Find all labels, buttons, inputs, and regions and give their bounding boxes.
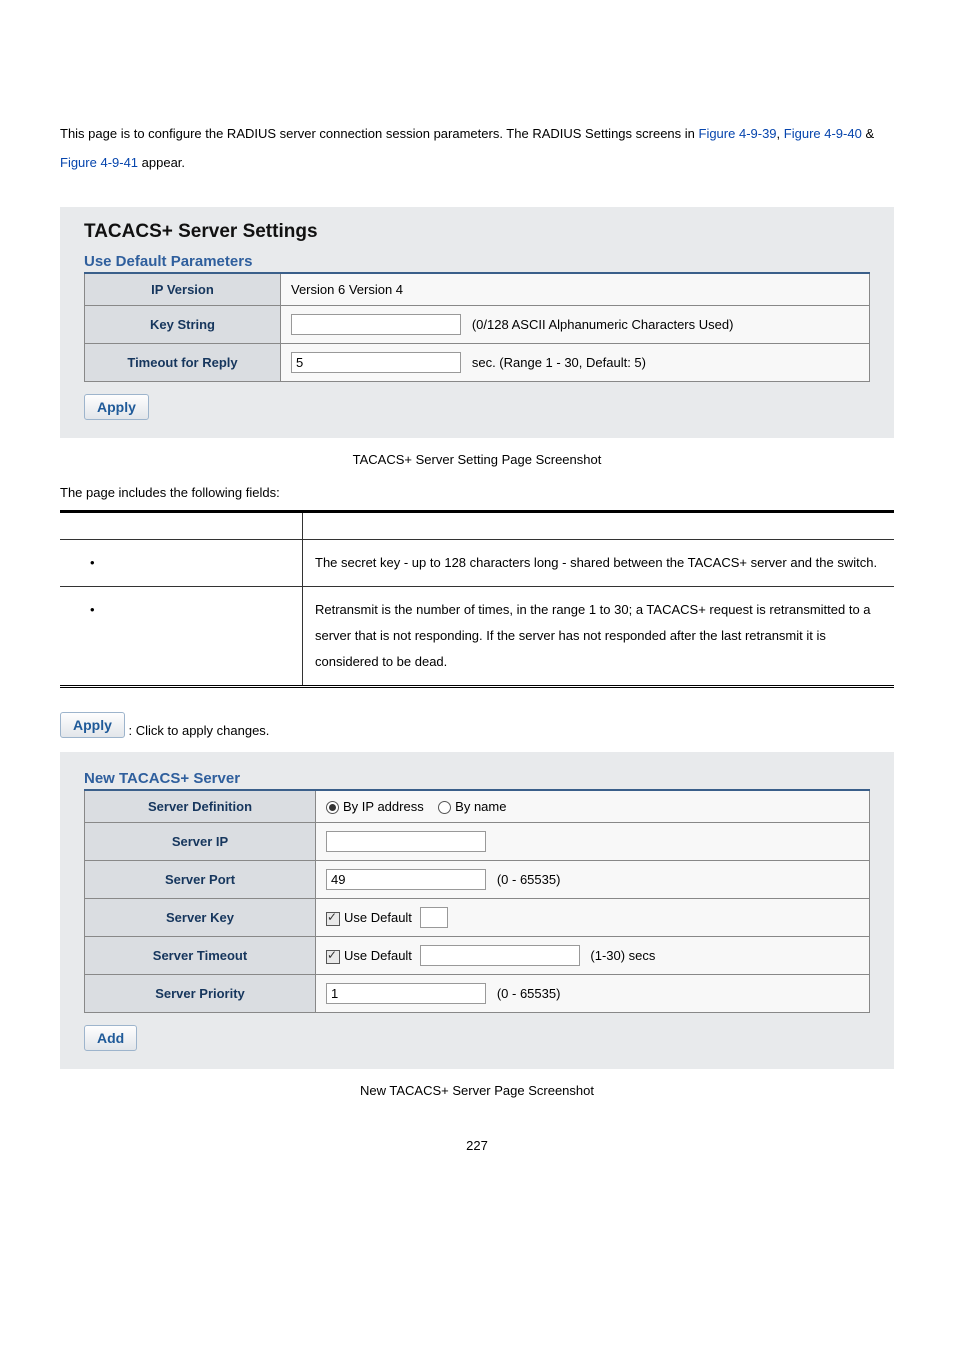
radio-by-name[interactable] [438, 801, 451, 814]
caption-screenshot-1: TACACS+ Server Setting Page Screenshot [60, 452, 894, 467]
hint-key-string: (0/128 ASCII Alphanumeric Characters Use… [472, 317, 734, 332]
add-button[interactable]: Add [84, 1025, 137, 1051]
checkbox-key-default[interactable] [326, 912, 340, 926]
radio-by-ip[interactable] [326, 801, 339, 814]
value-ip-version: Version 6 Version 4 [281, 273, 870, 306]
link-fig-4-9-40[interactable]: Figure 4-9-40 [784, 126, 862, 141]
label-server-ip: Server IP [85, 823, 316, 861]
row-timeout-desc: • Retransmit is the number of times, in … [60, 587, 894, 687]
label-server-definition: Server Definition [85, 790, 316, 823]
fields-header-row [60, 512, 894, 540]
hint-server-port: (0 - 65535) [497, 872, 561, 887]
intro-text: appear. [138, 155, 185, 170]
intro-text: & [862, 126, 874, 141]
link-fig-4-9-39[interactable]: Figure 4-9-39 [699, 126, 777, 141]
hint-server-timeout: (1-30) secs [590, 948, 655, 963]
intro-text: This page is to configure the RADIUS ser… [60, 126, 699, 141]
obj-timeout: • [60, 587, 303, 687]
default-params-table: IP Version Version 6 Version 4 Key Strin… [84, 272, 870, 382]
section-title: Use Default Parameters [84, 253, 870, 270]
fields-table: • The secret key - up to 128 characters … [60, 510, 894, 688]
intro-paragraph: This page is to configure the RADIUS ser… [60, 120, 894, 177]
checkbox-timeout-default-label: Use Default [344, 948, 412, 963]
desc-key-string: The secret key - up to 128 characters lo… [303, 540, 895, 587]
input-server-ip[interactable] [326, 831, 486, 852]
row-server-ip: Server IP [85, 823, 870, 861]
hint-timeout: sec. (Range 1 - 30, Default: 5) [472, 355, 646, 370]
header-description [303, 512, 895, 540]
label-server-timeout: Server Timeout [85, 937, 316, 975]
link-fig-4-9-41[interactable]: Figure 4-9-41 [60, 155, 138, 170]
input-server-port[interactable] [326, 869, 486, 890]
row-server-definition: Server Definition By IP address By name [85, 790, 870, 823]
fields-intro: The page includes the following fields: [60, 485, 894, 500]
radio-by-name-label: By name [455, 799, 506, 814]
new-tacacs-server-panel: New TACACS+ Server Server Definition By … [60, 752, 894, 1069]
apply-inline-text: : Click to apply changes. [129, 723, 270, 738]
label-server-priority: Server Priority [85, 975, 316, 1013]
page-number: 227 [60, 1138, 894, 1153]
hint-server-priority: (0 - 65535) [497, 986, 561, 1001]
row-ip-version: IP Version Version 6 Version 4 [85, 273, 870, 306]
tacacs-settings-panel: TACACS+ Server Settings Use Default Para… [60, 207, 894, 438]
page-content: This page is to configure the RADIUS ser… [0, 0, 954, 1183]
obj-key-string: • [60, 540, 303, 587]
caption-screenshot-2: New TACACS+ Server Page Screenshot [60, 1083, 894, 1098]
row-server-key: Server Key Use Default [85, 899, 870, 937]
row-key-string-desc: • The secret key - up to 128 characters … [60, 540, 894, 587]
apply-inline: Apply : Click to apply changes. [60, 712, 894, 738]
apply-button-inline[interactable]: Apply [60, 712, 125, 738]
label-timeout: Timeout for Reply [85, 344, 281, 382]
label-key-string: Key String [85, 306, 281, 344]
row-server-port: Server Port (0 - 65535) [85, 861, 870, 899]
row-server-timeout: Server Timeout Use Default (1-30) secs [85, 937, 870, 975]
apply-button[interactable]: Apply [84, 394, 149, 420]
radio-by-ip-label: By IP address [343, 799, 424, 814]
row-server-priority: Server Priority (0 - 65535) [85, 975, 870, 1013]
input-key-string[interactable] [291, 314, 461, 335]
new-server-table: Server Definition By IP address By name … [84, 789, 870, 1013]
label-server-port: Server Port [85, 861, 316, 899]
intro-text: , [777, 126, 784, 141]
section-title: New TACACS+ Server [84, 770, 870, 787]
label-ip-version: IP Version [85, 273, 281, 306]
row-key-string: Key String (0/128 ASCII Alphanumeric Cha… [85, 306, 870, 344]
input-server-key[interactable] [420, 907, 448, 928]
checkbox-timeout-default[interactable] [326, 950, 340, 964]
row-timeout: Timeout for Reply sec. (Range 1 - 30, De… [85, 344, 870, 382]
desc-timeout: Retransmit is the number of times, in th… [303, 587, 895, 687]
input-timeout[interactable] [291, 352, 461, 373]
checkbox-key-default-label: Use Default [344, 910, 412, 925]
panel-title: TACACS+ Server Settings [84, 221, 870, 243]
input-server-priority[interactable] [326, 983, 486, 1004]
label-server-key: Server Key [85, 899, 316, 937]
header-object [60, 512, 303, 540]
input-server-timeout[interactable] [420, 945, 580, 966]
